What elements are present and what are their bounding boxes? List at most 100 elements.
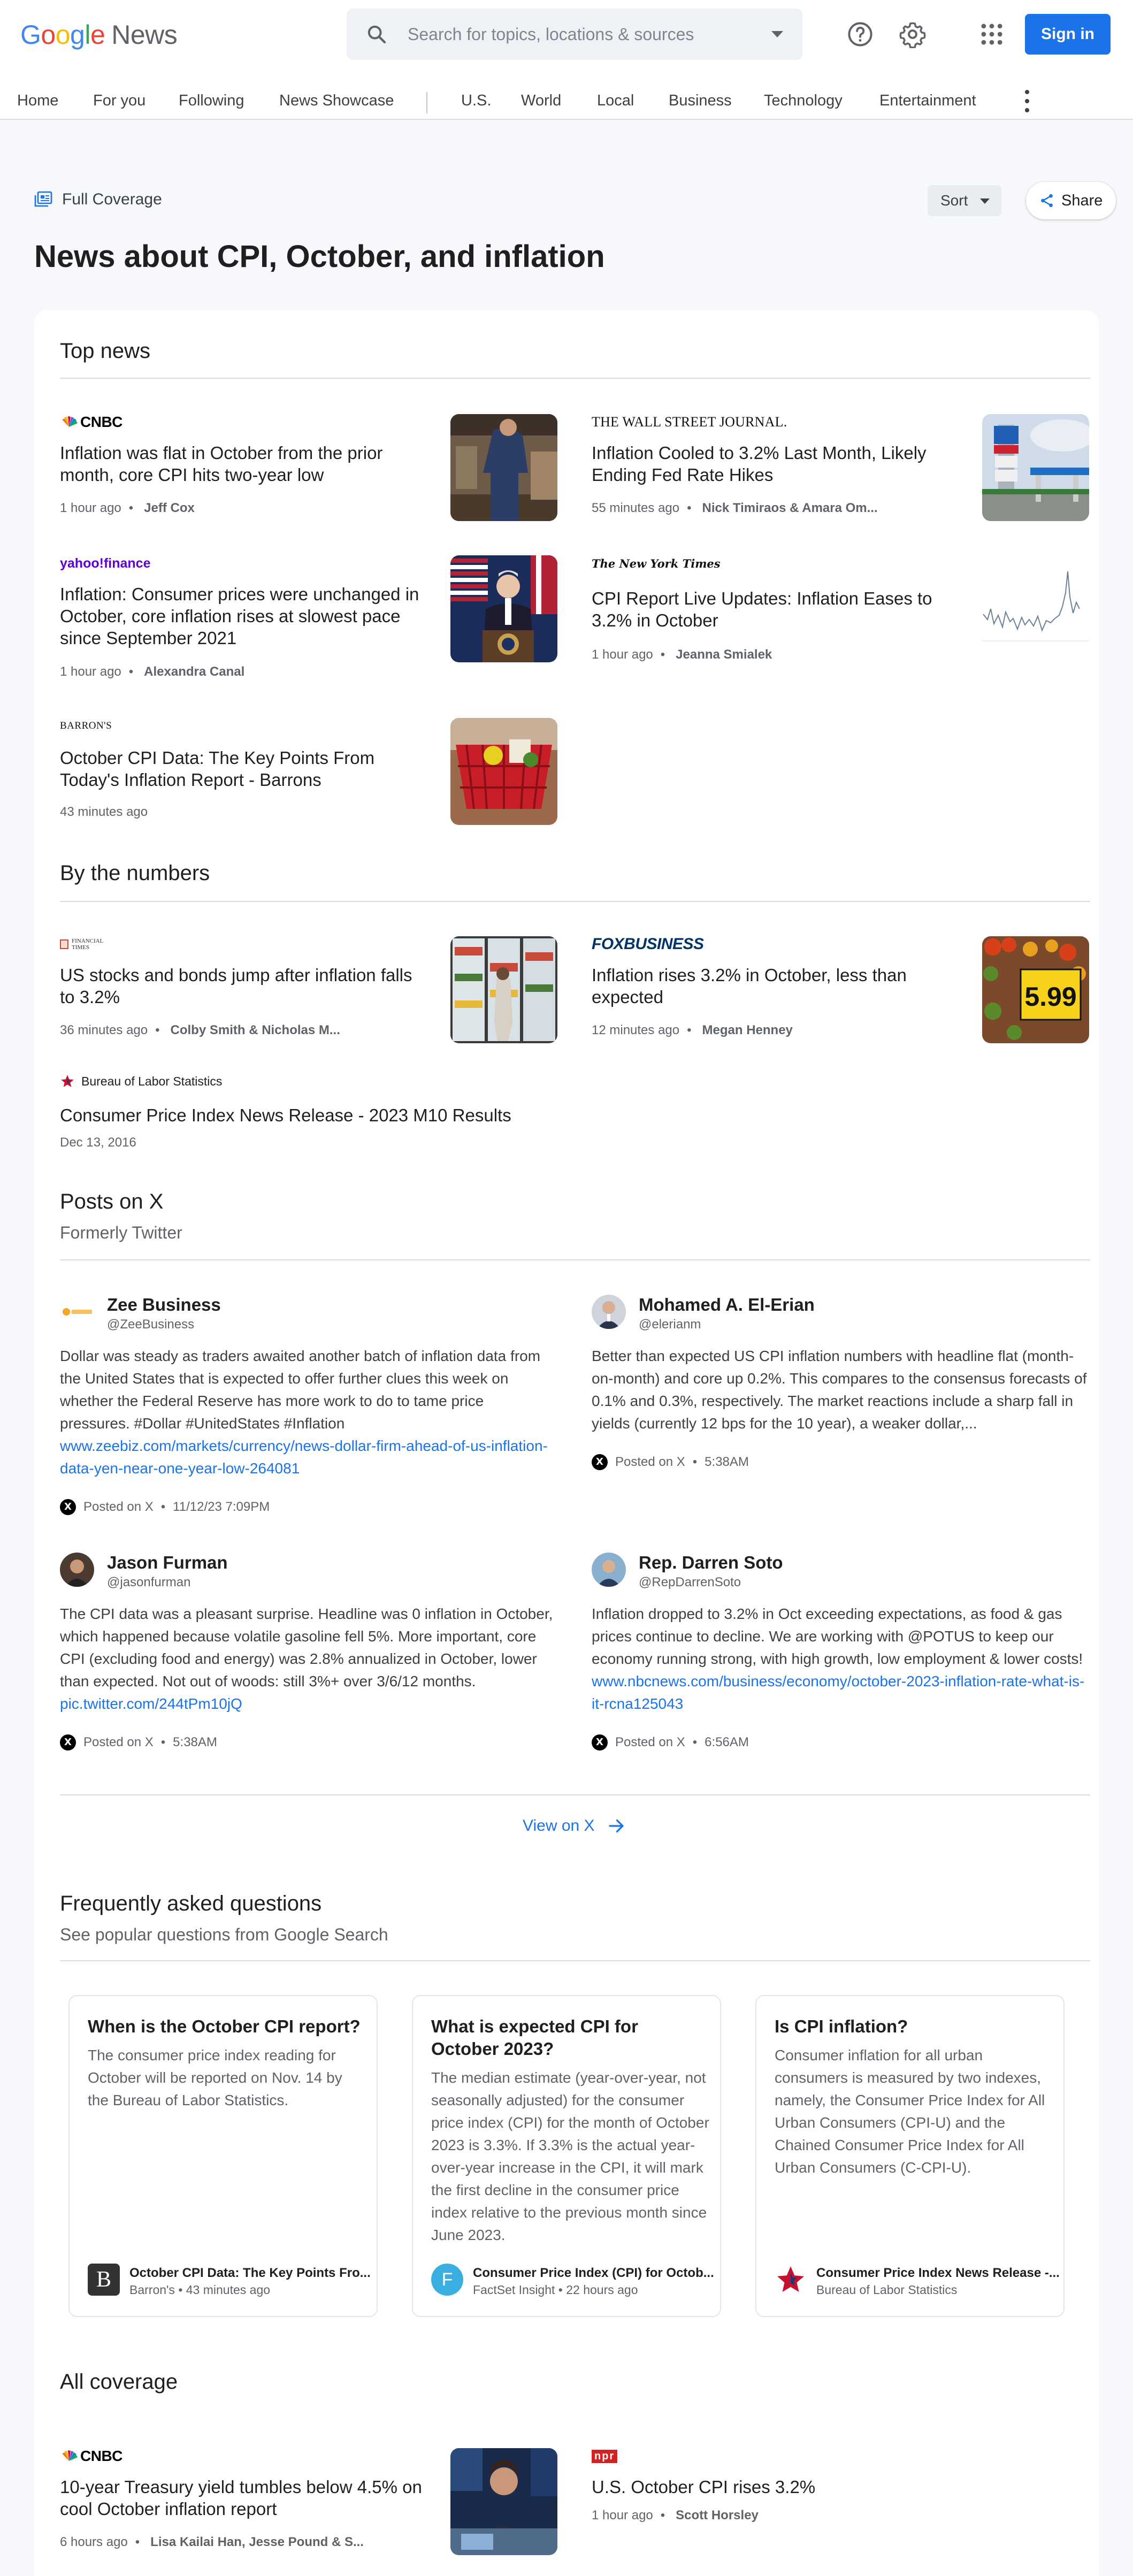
nav-local[interactable]: Local [597, 92, 634, 110]
publisher-name: FINANCIAL TIMES [72, 938, 103, 951]
faq-source-meta: Barron's • 43 minutes ago [129, 2283, 271, 2297]
avatar [592, 1295, 626, 1329]
article-card[interactable]: FINANCIAL TIMES US stocks and bonds jump… [60, 936, 434, 1043]
avatar [60, 1553, 94, 1587]
post-author-name: Zee Business [107, 1295, 221, 1314]
faq-card[interactable]: What is expected CPI for October 2023? T… [412, 1995, 721, 2317]
post-body: Dollar was steady as traders awaited ano… [60, 1345, 557, 1480]
nav-technology[interactable]: Technology [764, 92, 843, 110]
article-title[interactable]: Inflation rises 3.2% in October, less th… [592, 964, 955, 1008]
nav-for-you[interactable]: For you [93, 92, 146, 110]
google-news-logo[interactable]: Google News [20, 19, 178, 50]
faq-question: Is CPI inflation? [775, 2016, 908, 2036]
search-input[interactable]: Search for topics, locations & sources [408, 25, 694, 44]
post-link[interactable]: www.nbcnews.com/business/economy/october… [592, 1673, 1084, 1712]
sort-button[interactable]: Sort [928, 185, 1001, 216]
article-meta: 55 minutes ago • Nick Timiraos & Amara Om.… [592, 501, 878, 515]
section-divider [60, 1960, 1090, 1961]
article-card[interactable]: CNBC 10-year Treasury yield tumbles belo… [60, 2448, 434, 2555]
faq-card[interactable]: When is the October CPI report? The cons… [68, 1995, 378, 2317]
post-body: Better than expected US CPI inflation nu… [592, 1345, 1089, 1435]
article-title[interactable]: U.S. October CPI rises 3.2% [592, 2476, 955, 2498]
post-link[interactable]: pic.twitter.com/244tPm10jQ [60, 1695, 242, 1712]
nav-home[interactable]: Home [17, 92, 58, 110]
avatar [60, 1295, 94, 1329]
article-author: Lisa Kailai Han, Jesse Pound & S... [150, 2535, 364, 2549]
nav-following[interactable]: Following [179, 92, 244, 110]
nav-news-showcase[interactable]: News Showcase [279, 92, 394, 110]
search-icon[interactable] [366, 24, 387, 45]
article-card[interactable]: CNBC Inflation was flat in October from … [60, 414, 434, 521]
nav-entertainment[interactable]: Entertainment [879, 92, 976, 110]
article-title[interactable]: Inflation was flat in October from the p… [60, 442, 424, 486]
article-card[interactable]: The New York Times CPI Report Live Updat… [592, 555, 966, 684]
faq-source[interactable]: F Consumer Price Index (CPI) for Octob..… [431, 2264, 714, 2297]
share-button[interactable]: Share [1026, 182, 1116, 219]
article-thumbnail[interactable] [450, 555, 557, 662]
apps-grid-icon[interactable] [978, 20, 1006, 48]
article-title[interactable]: CPI Report Live Updates: Inflation Eases… [592, 587, 955, 631]
more-vert-icon[interactable] [1024, 90, 1030, 113]
publisher-name: yahoo!finance [60, 555, 151, 571]
search-options-caret-icon[interactable] [771, 31, 783, 37]
x-post[interactable]: Zee Business @ZeeBusiness Dollar was ste… [60, 1295, 557, 1519]
faq-answer: The consumer price index reading for Oct… [88, 2047, 342, 2108]
article-card[interactable]: BARRON'S October CPI Data: The Key Point… [60, 718, 434, 825]
article-thumbnail[interactable] [982, 555, 1089, 662]
article-title[interactable]: October CPI Data: The Key Points From To… [60, 747, 424, 791]
faq-subheading: See popular questions from Google Search [60, 1925, 388, 1944]
article-thumbnail[interactable] [450, 936, 557, 1043]
x-post[interactable]: Rep. Darren Soto @RepDarrenSoto Inflatio… [592, 1553, 1089, 1756]
article-title[interactable]: Inflation Cooled to 3.2% Last Month, Lik… [592, 442, 955, 486]
help-icon[interactable] [846, 20, 874, 48]
article-card[interactable]: THE WALL STREET JOURNAL. Inflation Coole… [592, 414, 966, 521]
share-label: Share [1061, 192, 1103, 209]
article-thumbnail[interactable] [982, 414, 1089, 521]
article-card[interactable]: FOXBUSINESS Inflation rises 3.2% in Octo… [592, 935, 966, 1043]
post-text: Better than expected US CPI inflation nu… [592, 1348, 1087, 1432]
article-meta: 6 hours ago • Lisa Kailai Han, Jesse Pound… [60, 2535, 364, 2549]
faq-source[interactable]: B October CPI Data: The Key Points Fro..… [88, 2264, 371, 2297]
settings-gear-icon[interactable] [899, 20, 927, 48]
post-time: 5:38AM [705, 1455, 749, 1469]
nav-us[interactable]: U.S. [461, 92, 491, 110]
search-box[interactable]: Search for topics, locations & sources [347, 9, 802, 60]
article-title[interactable]: Consumer Price Index News Release - 2023… [60, 1104, 595, 1126]
article-card[interactable]: Bureau of Labor Statistics Consumer Pric… [60, 1073, 511, 1151]
article-thumbnail[interactable] [450, 414, 557, 521]
post-time: 6:56AM [705, 1735, 749, 1749]
posts-on-x-subheading: Formerly Twitter [60, 1223, 182, 1242]
x-post[interactable]: Mohamed A. El-Erian @elerianm Better tha… [592, 1295, 1089, 1471]
post-link[interactable]: www.zeebiz.com/markets/currency/news-dol… [60, 1438, 548, 1477]
article-thumbnail[interactable] [450, 2448, 557, 2555]
view-on-x-link[interactable]: View on X [523, 1816, 626, 1836]
publisher-logo: CNBC [60, 414, 123, 430]
x-logo-icon: X [60, 1734, 76, 1751]
post-footer: X Posted on X • 5:38AM [60, 1734, 217, 1751]
nav-world[interactable]: World [521, 92, 561, 110]
article-meta: Dec 13, 2016 [60, 1135, 136, 1150]
faq-source[interactable]: Consumer Price Index News Release -... B… [775, 2264, 1060, 2297]
nav-business[interactable]: Business [669, 92, 732, 110]
article-meta: 1 hour ago • Jeff Cox [60, 501, 195, 515]
x-post[interactable]: Jason Furman @jasonfurman The CPI data w… [60, 1553, 557, 1756]
faq-card[interactable]: Is CPI inflation? Consumer inflation for… [755, 1995, 1065, 2317]
article-card[interactable]: yahoo!finance Inflation: Consumer prices… [60, 555, 434, 684]
article-meta: 1 hour ago • Alexandra Canal [60, 664, 245, 679]
x-logo-icon: X [60, 1499, 76, 1515]
article-thumbnail[interactable] [450, 718, 557, 825]
article-author: Jeanna Smialek [676, 647, 772, 662]
article-card[interactable]: npr U.S. October CPI rises 3.2% 1 hour a… [592, 2448, 966, 2555]
nbc-peacock-icon [62, 2450, 78, 2461]
top-news-heading: Top news [60, 339, 150, 363]
article-title[interactable]: 10-year Treasury yield tumbles below 4.5… [60, 2476, 424, 2520]
publisher-logo: THE WALL STREET JOURNAL. [592, 414, 787, 430]
full-coverage-label: Full Coverage [34, 190, 162, 209]
x-logo-icon: X [592, 1454, 608, 1470]
sign-in-button[interactable]: Sign in [1025, 14, 1111, 55]
article-title[interactable]: Inflation: Consumer prices were unchange… [60, 583, 424, 649]
article-thumbnail[interactable]: 5.99 [982, 936, 1089, 1043]
posted-on-label: Posted on X [83, 1500, 154, 1514]
article-title[interactable]: US stocks and bonds jump after inflation… [60, 964, 424, 1008]
section-divider [60, 378, 1090, 379]
